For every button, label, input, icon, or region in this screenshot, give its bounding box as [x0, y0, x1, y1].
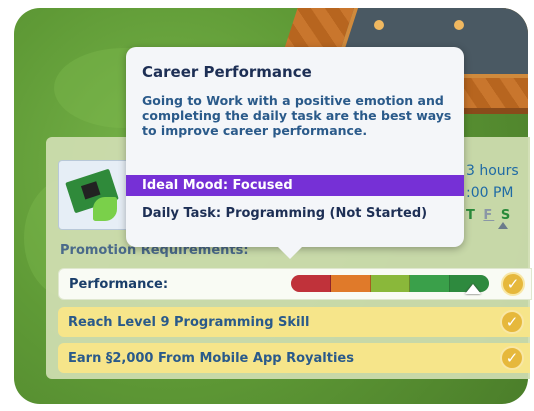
- current-day-marker-icon: [498, 222, 508, 229]
- day-friday: F: [483, 208, 495, 223]
- work-days: T F S: [466, 208, 512, 223]
- performance-segment: [410, 275, 451, 292]
- performance-label: Performance:: [69, 276, 169, 292]
- performance-marker-icon: [465, 284, 482, 294]
- requirement-label: Reach Level 9 Programming Skill: [68, 314, 310, 330]
- day-saturday: S: [500, 208, 513, 223]
- performance-meter: [291, 275, 489, 292]
- daily-task-text: Daily Task: Programming (Not Started): [142, 206, 428, 221]
- requirement-label: Earn §2,000 From Mobile App Royalties: [68, 350, 354, 366]
- performance-segment: [330, 275, 371, 292]
- ideal-mood-banner: Ideal Mood: Focused: [126, 175, 464, 196]
- roof-ornament: [374, 20, 384, 30]
- requirement-row-2[interactable]: Earn §2,000 From Mobile App Royalties ✓: [58, 343, 530, 373]
- day-tuesday: T: [466, 208, 477, 223]
- requirement-row-1[interactable]: Reach Level 9 Programming Skill ✓: [58, 307, 530, 337]
- roof-ornament: [454, 20, 464, 30]
- performance-row[interactable]: Performance: ✓: [58, 268, 532, 300]
- check-icon: ✓: [500, 346, 524, 370]
- tooltip-title: Career Performance: [142, 63, 312, 81]
- work-start-time: :00 PM: [466, 185, 514, 201]
- tooltip-body: Going to Work with a positive emotion an…: [142, 93, 452, 138]
- check-icon: ✓: [501, 272, 525, 296]
- career-performance-tooltip: Career Performance Going to Work with a …: [126, 47, 464, 259]
- performance-segment: [291, 275, 331, 292]
- work-hours: 3 hours: [466, 163, 519, 179]
- work-schedule: 3 hours :00 PM: [466, 160, 519, 204]
- career-icon-card[interactable]: [58, 160, 132, 230]
- check-icon: ✓: [500, 310, 524, 334]
- leaf-icon: [93, 197, 117, 221]
- performance-segment: [370, 275, 411, 292]
